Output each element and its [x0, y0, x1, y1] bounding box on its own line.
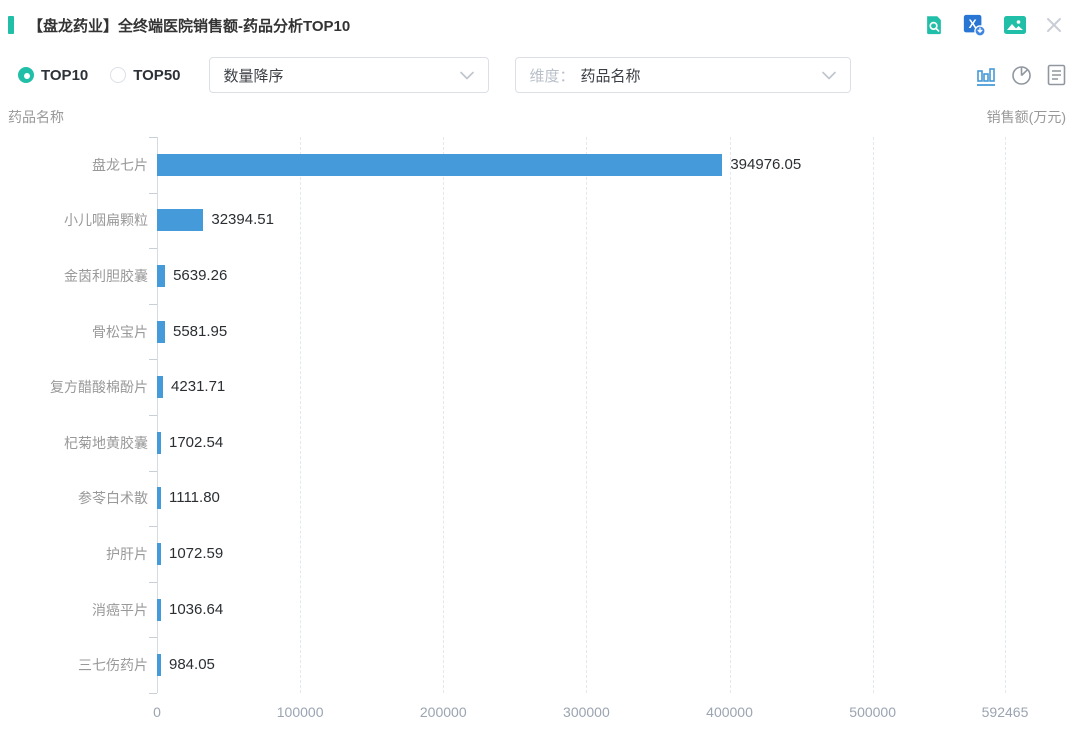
bar-chart-icon[interactable] [976, 64, 996, 86]
value-label: 1702.54 [169, 433, 223, 453]
pie-chart-icon[interactable] [1011, 65, 1032, 86]
category-label: 杞菊地黄胶囊 [0, 433, 148, 453]
title-accent-bar [8, 16, 14, 34]
category-label: 参苓白术散 [0, 488, 148, 508]
bar[interactable] [157, 154, 722, 176]
y-axis-tick [149, 359, 157, 360]
value-label: 5581.95 [173, 322, 227, 342]
x-axis-tick-label: 200000 [420, 703, 467, 721]
gridline [730, 137, 731, 693]
y-axis-tick [149, 471, 157, 472]
radio-top50-dot[interactable] [110, 67, 126, 83]
category-label: 消癌平片 [0, 600, 148, 620]
axis-header-row: 药品名称 销售额(万元) [0, 107, 1080, 127]
widget-header: 【盘龙药业】全终端医院销售额-药品分析TOP10 X [0, 12, 1080, 38]
y-axis-tick [149, 526, 157, 527]
value-label: 984.05 [169, 655, 215, 675]
x-axis-tick-label: 0 [153, 703, 161, 721]
y-axis-tick [149, 304, 157, 305]
x-axis-tick-label: 500000 [849, 703, 896, 721]
bar[interactable] [157, 376, 163, 398]
x-axis-tick-label: 400000 [706, 703, 753, 721]
y-axis-tick [149, 415, 157, 416]
chart-type-switcher [976, 64, 1066, 86]
gridline [1005, 137, 1006, 693]
category-label: 三七伤药片 [0, 655, 148, 675]
gridline [300, 137, 301, 693]
radio-top10-dot[interactable] [18, 67, 34, 83]
x-axis-tick-label: 100000 [277, 703, 324, 721]
header-actions: X [923, 13, 1064, 37]
value-label: 5639.26 [173, 266, 227, 286]
category-label: 盘龙七片 [0, 155, 148, 175]
bar[interactable] [157, 321, 165, 343]
y-axis-tick [149, 693, 157, 694]
gridline [586, 137, 587, 693]
y-axis-title: 药品名称 [8, 107, 64, 127]
bar[interactable] [157, 487, 161, 509]
bar[interactable] [157, 654, 161, 676]
value-label: 1072.59 [169, 544, 223, 564]
y-axis-tick [149, 193, 157, 194]
radio-top50-label: TOP50 [133, 67, 180, 84]
bar[interactable] [157, 543, 161, 565]
x-axis-tick-label: 300000 [563, 703, 610, 721]
bar[interactable] [157, 265, 165, 287]
x-axis-tick-label: 592465 [982, 703, 1029, 721]
sort-order-value: 数量降序 [224, 65, 460, 86]
gridline [873, 137, 874, 693]
value-label: 32394.51 [211, 210, 274, 230]
y-axis-tick [149, 582, 157, 583]
bar[interactable] [157, 599, 161, 621]
export-image-icon[interactable] [1003, 15, 1027, 35]
toolbar: TOP10 TOP50 数量降序 维度： 药品名称 [0, 57, 1080, 93]
gridline [443, 137, 444, 693]
y-axis-tick [149, 637, 157, 638]
category-label: 金茵利胆胶囊 [0, 266, 148, 286]
category-label: 护肝片 [0, 544, 148, 564]
chevron-down-icon [822, 71, 836, 80]
page-title: 【盘龙药业】全终端医院销售额-药品分析TOP10 [28, 15, 923, 36]
bar[interactable] [157, 209, 203, 231]
close-icon[interactable] [1044, 15, 1064, 35]
data-preview-icon[interactable] [923, 14, 945, 36]
bar-chart: 0 100000 200000 300000 400000 500000 592465 盘龙七… [0, 127, 1080, 727]
chevron-down-icon [460, 71, 474, 80]
value-label: 1036.64 [169, 600, 223, 620]
radio-top10[interactable]: TOP10 [18, 67, 88, 84]
x-axis-title: 销售额(万元) [987, 107, 1066, 127]
y-axis-tick [149, 248, 157, 249]
topn-radio-group: TOP10 TOP50 [18, 67, 181, 84]
sort-order-select[interactable]: 数量降序 [209, 57, 489, 93]
dimension-select[interactable]: 维度： 药品名称 [515, 57, 851, 93]
y-axis-tick [149, 137, 157, 138]
category-label: 小儿咽扁颗粒 [0, 210, 148, 230]
category-label: 复方醋酸棉酚片 [0, 377, 148, 397]
value-label: 394976.05 [730, 155, 801, 175]
category-label: 骨松宝片 [0, 322, 148, 342]
dimension-select-value: 药品名称 [581, 65, 822, 86]
table-view-icon[interactable] [1047, 64, 1066, 86]
dimension-select-label: 维度： [530, 65, 575, 86]
value-label: 4231.71 [171, 377, 225, 397]
radio-top10-label: TOP10 [41, 67, 88, 84]
value-label: 1111.80 [169, 488, 220, 508]
radio-top50[interactable]: TOP50 [110, 67, 180, 84]
bar[interactable] [157, 432, 161, 454]
export-excel-icon[interactable]: X [962, 13, 986, 37]
